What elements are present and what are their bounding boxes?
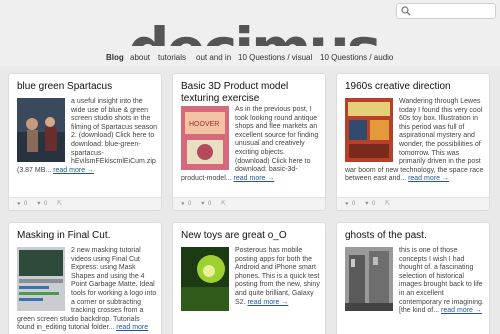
post-footer: ● 0 ♥ 0 ⇱ (173, 197, 325, 210)
read-more-link[interactable]: read more → (408, 175, 449, 182)
read-more-link[interactable]: read more → (234, 175, 275, 182)
post-card[interactable]: blue green Spartacus a useful insight in… (8, 73, 162, 211)
post-excerpt: Posterous has mobile posting apps for bo… (181, 247, 321, 313)
like-icon[interactable]: ♥ (201, 200, 205, 208)
site-header: decimus Blog about tutorials out and in … (0, 0, 500, 66)
comment-count: 0 (188, 201, 192, 207)
nav-item-10-questions-visual[interactable]: 10 Questions / visual (238, 50, 312, 66)
nav-item-tutorials[interactable]: tutorials (158, 50, 186, 66)
post-excerpt: As in the previous post, I took looking … (181, 106, 321, 183)
comment-icon[interactable]: ● (345, 200, 349, 208)
post-title[interactable]: 1960s creative direction (345, 81, 451, 93)
post-excerpt-text: Wandering through Lewes today I found th… (345, 98, 484, 183)
share-icon[interactable]: ⇱ (57, 200, 62, 208)
logo-text: decimus (128, 20, 378, 46)
like-icon[interactable]: ♥ (365, 200, 369, 208)
post-title[interactable]: Basic 3D Product model texturing exercis… (181, 81, 321, 105)
comment-icon[interactable]: ● (17, 200, 21, 208)
share-icon[interactable]: ⇱ (385, 200, 390, 208)
post-card[interactable]: New toys are great o_O Posterous has mob… (172, 222, 326, 334)
nav-item-blog[interactable]: Blog (106, 50, 124, 66)
post-excerpt: Wandering through Lewes today I found th… (345, 98, 485, 184)
nav-item-10-questions-audio[interactable]: 10 Questions / audio (320, 50, 393, 66)
post-excerpt: a useful insight into the wide use of bl… (17, 98, 157, 175)
read-more-link[interactable]: read more → (53, 167, 94, 174)
read-more-link[interactable]: read more → (441, 307, 482, 314)
read-more-link[interactable]: read more → (247, 299, 288, 306)
comment-count: 0 (352, 201, 356, 207)
share-icon[interactable]: ⇱ (221, 200, 226, 208)
like-icon[interactable]: ♥ (37, 200, 41, 208)
post-excerpt-text: this is one of those concepts I wish I h… (399, 247, 484, 315)
post-excerpt-text: As in the previous post, I took looking … (181, 106, 319, 182)
post-excerpt: this is one of those concepts I wish I h… (345, 247, 485, 316)
post-footer: ● 0 ♥ 0 ⇱ (337, 197, 489, 210)
search-input[interactable] (396, 3, 496, 19)
comment-icon[interactable]: ● (181, 200, 185, 208)
post-card[interactable]: Masking in Final Cut. 2 new masking tuto… (8, 222, 162, 334)
like-count: 0 (44, 201, 48, 207)
site-logo[interactable]: decimus (128, 16, 378, 46)
post-excerpt-text: Posterous has mobile posting apps for bo… (235, 247, 320, 306)
post-title[interactable]: New toys are great o_O (181, 230, 287, 242)
post-title[interactable]: ghosts of the past. (345, 230, 427, 242)
nav-item-out-and-in[interactable]: out and in (196, 50, 231, 66)
post-excerpt-text: 2 new masking tutorial videos using Fina… (17, 247, 157, 332)
post-excerpt: 2 new masking tutorial videos using Fina… (17, 247, 157, 334)
post-excerpt-text: a useful insight into the wide use of bl… (17, 98, 157, 174)
nav-item-about[interactable]: about (130, 50, 150, 66)
post-card[interactable]: 1960s creative direction Wandering throu… (336, 73, 490, 211)
post-card[interactable]: Basic 3D Product model texturing exercis… (172, 73, 326, 211)
post-card[interactable]: ghosts of the past. this is one of those… (336, 222, 490, 334)
like-count: 0 (372, 201, 376, 207)
search-icon (401, 6, 411, 16)
post-title[interactable]: blue green Spartacus (17, 81, 112, 93)
main-nav: Blog about tutorials out and in 10 Quest… (0, 50, 500, 66)
comment-count: 0 (24, 201, 28, 207)
post-title[interactable]: Masking in Final Cut. (17, 230, 110, 242)
post-footer: ● 0 ♥ 0 ⇱ (9, 197, 161, 210)
like-count: 0 (208, 201, 212, 207)
